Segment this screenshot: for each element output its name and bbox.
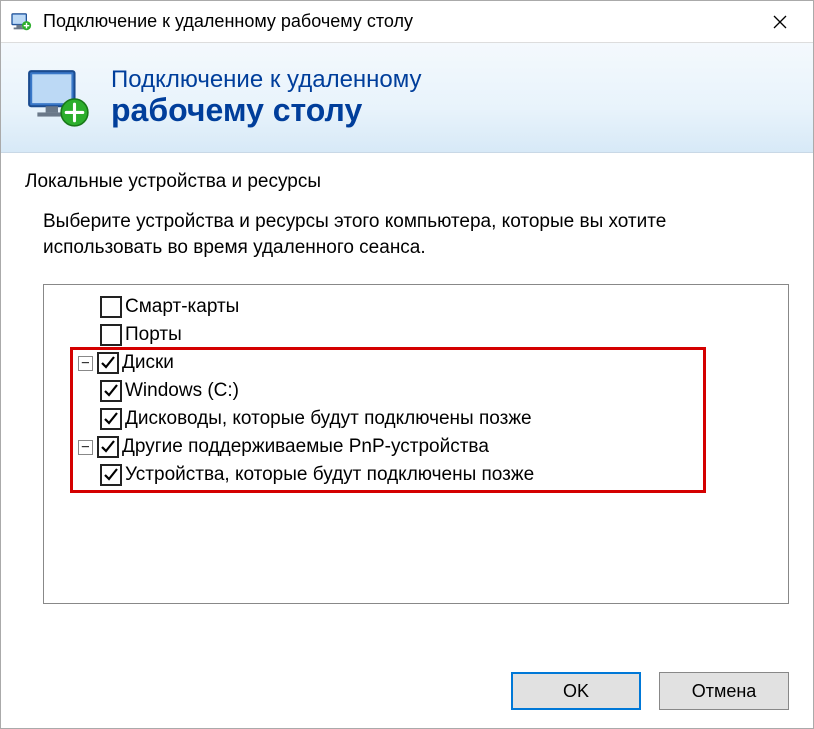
checkbox-ports[interactable] bbox=[100, 324, 122, 346]
ok-button[interactable]: OK bbox=[511, 672, 641, 710]
banner-title: Подключение к удаленному рабочему столу bbox=[111, 67, 422, 129]
tree-label: Другие поддерживаемые PnP-устройства bbox=[122, 436, 489, 458]
tree-label: Смарт-карты bbox=[125, 296, 239, 318]
checkbox-pnp-later[interactable] bbox=[100, 464, 122, 486]
banner-line-2: рабочему столу bbox=[111, 93, 422, 128]
tree-item-drives[interactable]: − Диски bbox=[44, 349, 788, 377]
content-area: Локальные устройства и ресурсы Выберите … bbox=[1, 153, 813, 658]
close-button[interactable] bbox=[755, 1, 805, 43]
banner-line-1: Подключение к удаленному bbox=[111, 67, 422, 93]
rdp-icon bbox=[25, 65, 91, 131]
header-banner: Подключение к удаленному рабочему столу bbox=[1, 43, 813, 153]
tree-item-drives-later[interactable]: Дисководы, которые будут подключены позж… bbox=[44, 405, 788, 433]
tree-label: Windows (C:) bbox=[125, 380, 239, 402]
tree-item-pnp-later[interactable]: Устройства, которые будут подключены поз… bbox=[44, 461, 788, 489]
tree-item-smartcards[interactable]: Смарт-карты bbox=[44, 293, 788, 321]
window-title: Подключение к удаленному рабочему столу bbox=[43, 11, 755, 32]
tree-label: Порты bbox=[125, 324, 182, 346]
section-title: Локальные устройства и ресурсы bbox=[25, 171, 789, 193]
tree-item-ports[interactable]: Порты bbox=[44, 321, 788, 349]
tree-item-pnp[interactable]: − Другие поддерживаемые PnP-устройства bbox=[44, 433, 788, 461]
titlebar: Подключение к удаленному рабочему столу bbox=[1, 1, 813, 43]
checkbox-pnp[interactable] bbox=[97, 436, 119, 458]
collapse-button[interactable]: − bbox=[78, 440, 93, 455]
tree-item-windows-c[interactable]: Windows (C:) bbox=[44, 377, 788, 405]
dialog-footer: OK Отмена bbox=[1, 658, 813, 728]
checkbox-drives-later[interactable] bbox=[100, 408, 122, 430]
app-icon bbox=[9, 10, 33, 34]
rdp-settings-window: Подключение к удаленному рабочему столу … bbox=[0, 0, 814, 729]
tree-label: Диски bbox=[122, 352, 174, 374]
device-tree[interactable]: Смарт-карты Порты − Диски Windows (C bbox=[43, 284, 789, 604]
checkbox-drives[interactable] bbox=[97, 352, 119, 374]
checkbox-windows-c[interactable] bbox=[100, 380, 122, 402]
checkbox-smartcards[interactable] bbox=[100, 296, 122, 318]
section-description: Выберите устройства и ресурсы этого комп… bbox=[43, 209, 789, 260]
collapse-button[interactable]: − bbox=[78, 356, 93, 371]
tree-label: Дисководы, которые будут подключены позж… bbox=[125, 408, 532, 430]
tree-label: Устройства, которые будут подключены поз… bbox=[125, 464, 534, 486]
cancel-button[interactable]: Отмена bbox=[659, 672, 789, 710]
